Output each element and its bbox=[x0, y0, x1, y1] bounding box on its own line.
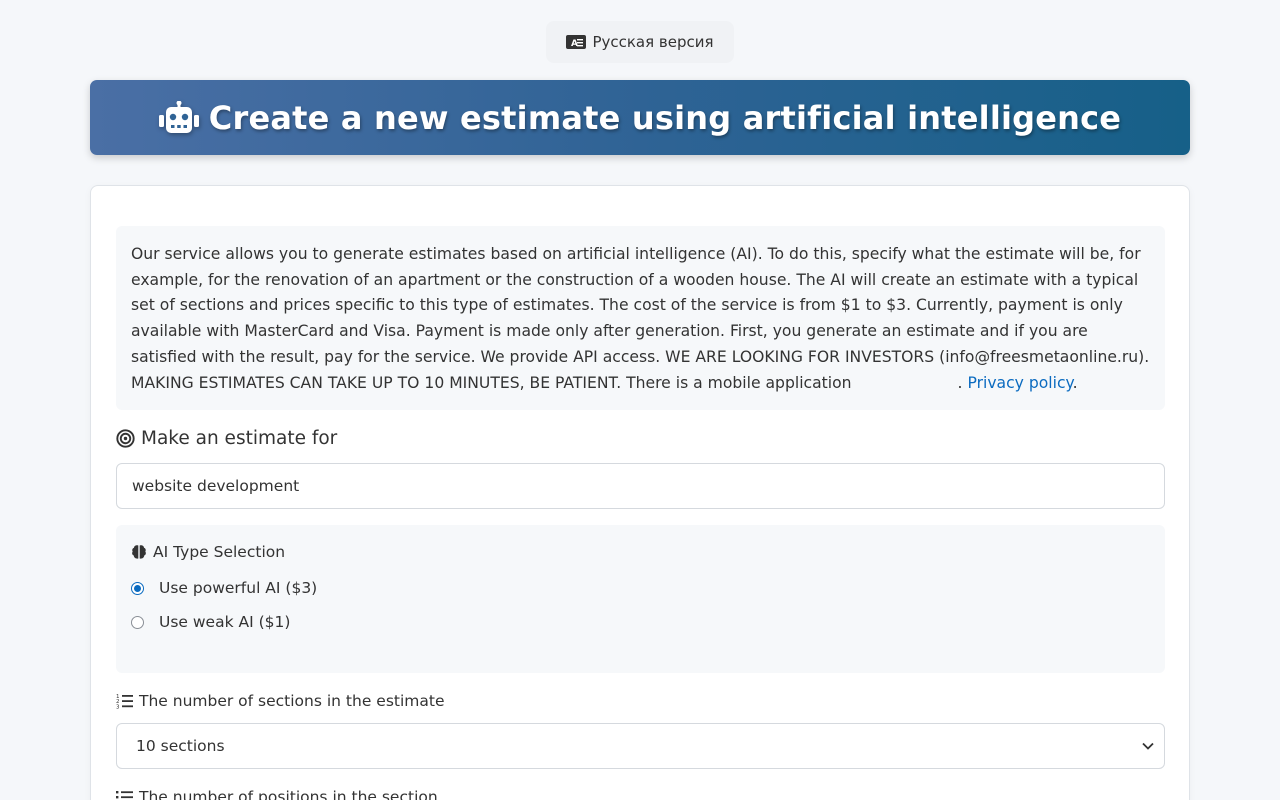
estimate-form-card: Our service allows you to generate estim… bbox=[90, 185, 1190, 800]
ai-option-powerful[interactable]: Use powerful AI ($3) bbox=[131, 579, 317, 597]
ai-type-label: AI Type Selection bbox=[131, 543, 285, 561]
sections-count-label: 1 2 3 The number of sections in the esti… bbox=[116, 692, 445, 710]
svg-text:3: 3 bbox=[116, 705, 120, 710]
svg-text:A: A bbox=[571, 39, 578, 49]
estimate-for-input[interactable] bbox=[116, 463, 1165, 509]
ai-option-weak[interactable]: Use weak AI ($1) bbox=[131, 613, 290, 631]
ai-option-powerful-radio[interactable] bbox=[131, 581, 144, 595]
list-icon bbox=[116, 791, 133, 799]
robot-icon bbox=[158, 100, 199, 133]
page-header: Create a new estimate using artificial i… bbox=[90, 80, 1190, 155]
sections-count-select[interactable]: 10 sections bbox=[116, 723, 1165, 769]
service-info-text: Our service allows you to generate estim… bbox=[131, 245, 1150, 392]
ai-type-selection: AI Type Selection Use powerful AI ($3) U… bbox=[116, 525, 1165, 673]
page-title: Create a new estimate using artificial i… bbox=[208, 98, 1122, 137]
chevron-down-icon bbox=[1142, 742, 1154, 750]
ai-option-weak-radio[interactable] bbox=[131, 615, 144, 629]
estimate-for-label: Make an estimate for bbox=[116, 428, 337, 449]
brain-icon bbox=[132, 545, 146, 559]
privacy-policy-link[interactable]: Privacy policy bbox=[967, 374, 1072, 392]
positions-count-label: The number of positions in the section bbox=[116, 788, 438, 800]
service-info: Our service allows you to generate estim… bbox=[116, 226, 1165, 410]
target-icon bbox=[116, 429, 135, 448]
language-icon: A bbox=[566, 35, 587, 49]
numbered-list-icon: 1 2 3 bbox=[116, 694, 133, 710]
language-switch-label: Русская версия bbox=[592, 33, 714, 51]
sections-count-value: 10 sections bbox=[136, 737, 225, 755]
language-switch-button[interactable]: A Русская версия bbox=[546, 21, 734, 63]
